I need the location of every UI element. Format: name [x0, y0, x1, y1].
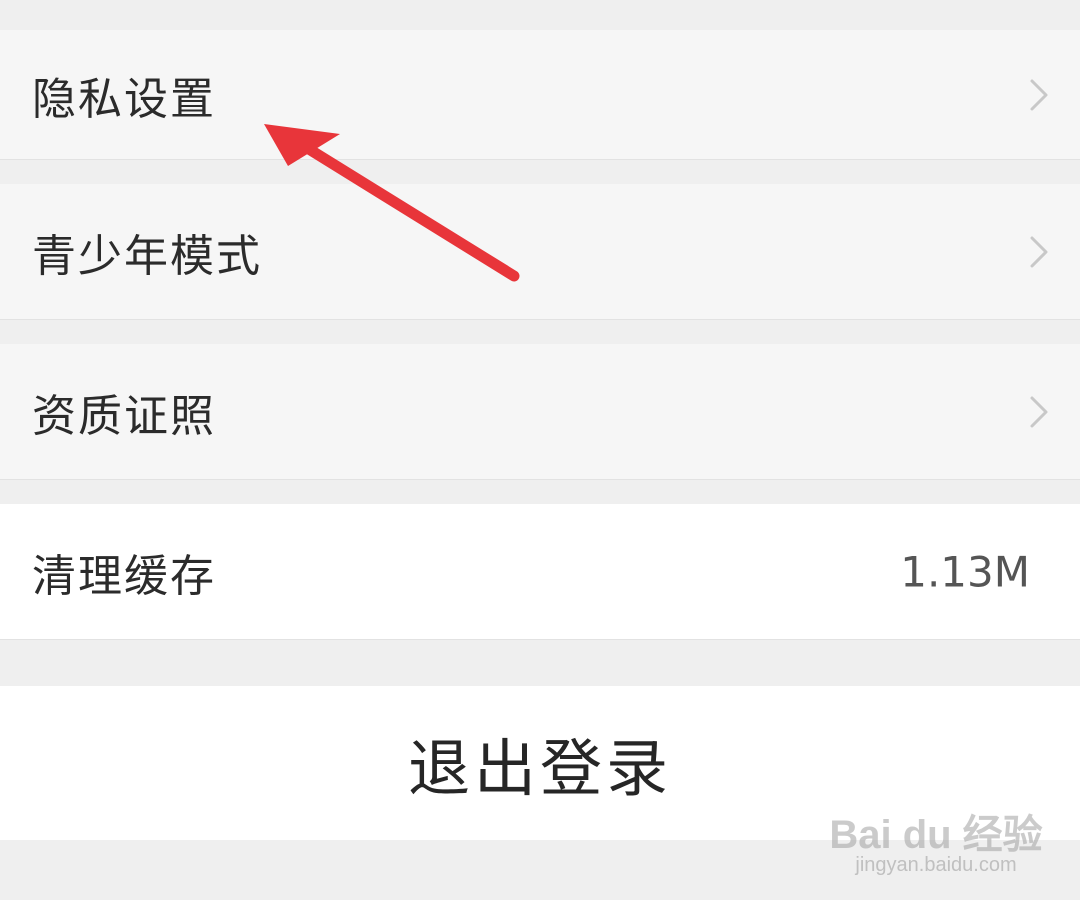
- logout-button[interactable]: 退出登录: [0, 686, 1080, 840]
- settings-item-label: 资质证照: [32, 390, 216, 442]
- settings-item-licenses[interactable]: 资质证照: [0, 344, 1080, 480]
- logout-label: 退出登录: [407, 732, 672, 805]
- chevron-right-icon: [1030, 236, 1048, 267]
- settings-item-youth-mode[interactable]: 青少年模式: [0, 184, 1080, 320]
- settings-item-label: 隐私设置: [32, 73, 216, 125]
- settings-screen: 隐私设置 青少年模式 资质证照 清理缓存 1.13M 退出登录 Bai du 经…: [0, 0, 1080, 900]
- settings-item-clear-cache[interactable]: 清理缓存 1.13M: [0, 504, 1080, 640]
- settings-item-label: 青少年模式: [32, 230, 262, 282]
- settings-item-label: 清理缓存: [32, 550, 216, 602]
- watermark-url: jingyan.baidu.com: [855, 854, 1017, 876]
- chevron-right-icon: [1030, 79, 1048, 110]
- chevron-right-icon: [1030, 396, 1048, 427]
- settings-item-privacy[interactable]: 隐私设置: [0, 30, 1080, 160]
- cache-size-value: 1.13M: [900, 547, 1030, 596]
